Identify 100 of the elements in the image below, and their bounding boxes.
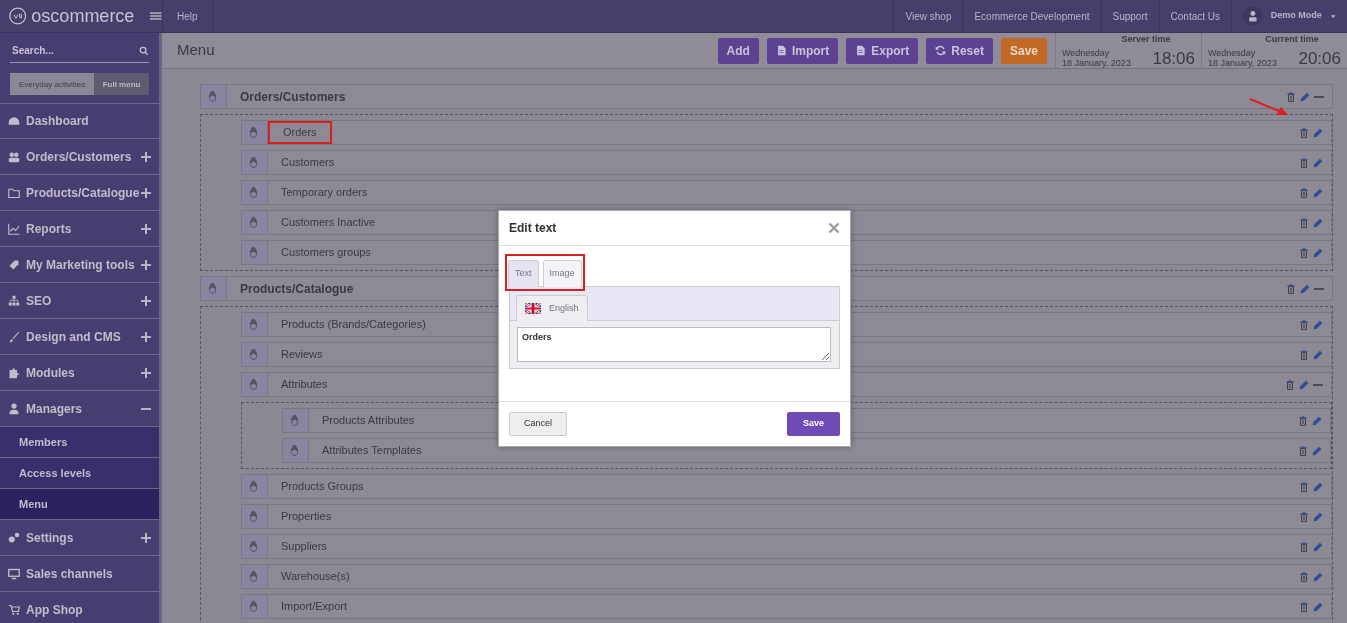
tree-label: Attributes	[280, 377, 329, 393]
trash-icon[interactable]	[1299, 349, 1309, 360]
language-tab[interactable]: English	[516, 294, 588, 321]
mode-toggle[interactable]: Everyday activities	[10, 73, 95, 95]
sidebar-item[interactable]: Modules	[0, 355, 159, 391]
sidebar-label: My Marketing tools	[26, 256, 136, 274]
tree-label: Orders/Customers	[239, 88, 347, 106]
tree-label: Customers Inactive	[280, 215, 377, 231]
sidebar-label: App Shop	[26, 601, 84, 619]
tree-row[interactable]: Temporary orders	[241, 180, 1332, 205]
trash-icon[interactable]	[1299, 127, 1309, 138]
trash-icon[interactable]	[1299, 187, 1309, 198]
caret-icon[interactable]	[1329, 12, 1336, 20]
sidebar-subitem[interactable]: Members	[0, 427, 159, 458]
sidebar-item[interactable]: Sales channels	[0, 556, 159, 592]
expand-icon[interactable]	[141, 331, 151, 342]
trash-icon[interactable]	[1286, 91, 1296, 102]
tree-label: Customers groups	[280, 245, 372, 261]
trash-icon[interactable]	[1286, 283, 1296, 294]
pencil-icon[interactable]	[1299, 379, 1309, 390]
pencil-icon[interactable]	[1312, 415, 1322, 426]
user-menu[interactable]: Demo Mode	[1270, 9, 1322, 23]
pencil-icon[interactable]	[1313, 247, 1323, 258]
expand-icon[interactable]	[141, 187, 151, 198]
trash-icon[interactable]	[1299, 319, 1309, 330]
trash-icon[interactable]	[1299, 157, 1309, 168]
sidebar-item[interactable]: App Shop	[0, 592, 159, 623]
toolbar-button[interactable]: Add	[717, 37, 759, 64]
sidebar-item[interactable]: SEO	[0, 283, 159, 319]
toolbar-button[interactable]: Import	[766, 37, 839, 64]
trash-icon[interactable]	[1299, 511, 1309, 522]
top-link[interactable]: Ecommerce Development	[962, 0, 1101, 33]
expand-icon[interactable]	[141, 367, 151, 378]
tree-row[interactable]: Warehouse(s)	[241, 564, 1332, 589]
cancel-button[interactable]: Cancel	[509, 412, 567, 436]
pencil-icon[interactable]	[1300, 283, 1310, 294]
tree-label: Properties	[280, 509, 333, 525]
tree-row[interactable]: Customers	[241, 150, 1332, 175]
text-field[interactable]: Orders	[517, 327, 831, 362]
modal-title: Edit text	[509, 220, 557, 237]
sidebar-item[interactable]: Orders/Customers	[0, 139, 159, 175]
expand-icon[interactable]	[141, 532, 151, 543]
menu-icon[interactable]	[150, 10, 162, 22]
top-link[interactable]: Support	[1100, 0, 1159, 33]
trash-icon[interactable]	[1299, 571, 1309, 582]
trash-icon[interactable]	[1298, 415, 1308, 426]
pencil-icon[interactable]	[1313, 541, 1323, 552]
sidebar-subitem[interactable]: Access levels	[0, 458, 159, 489]
tree-row[interactable]: Orders/Customers	[200, 84, 1333, 109]
pencil-icon[interactable]	[1313, 319, 1323, 330]
modal-tab[interactable]: Image	[542, 260, 582, 287]
pencil-icon[interactable]	[1313, 481, 1323, 492]
trash-icon[interactable]	[1299, 541, 1309, 552]
pencil-icon[interactable]	[1313, 187, 1323, 198]
pencil-icon[interactable]	[1313, 601, 1323, 612]
close-icon[interactable]	[828, 222, 840, 234]
sidebar-item[interactable]: Design and CMS	[0, 319, 159, 355]
toolbar-button[interactable]: Export	[846, 37, 919, 64]
save-button[interactable]: Save	[786, 412, 840, 436]
search-field[interactable]: Search...	[10, 39, 130, 62]
pencil-icon[interactable]	[1313, 349, 1323, 360]
avatar-icon[interactable]	[1243, 5, 1263, 27]
tree-row[interactable]: Properties	[241, 504, 1332, 529]
pencil-icon[interactable]	[1313, 127, 1323, 138]
modal-tab[interactable]: Text	[508, 260, 539, 287]
help-link[interactable]: Help	[162, 0, 213, 33]
pencil-icon[interactable]	[1313, 217, 1323, 228]
mode-toggle[interactable]: Full menu	[94, 73, 149, 95]
top-link[interactable]: View shop	[893, 0, 963, 33]
sidebar-item[interactable]: My Marketing tools	[0, 247, 159, 283]
sidebar-subitem[interactable]: Menu	[0, 489, 159, 520]
trash-icon[interactable]	[1285, 379, 1295, 390]
top-link[interactable]: Contact Us	[1158, 0, 1231, 33]
pencil-icon[interactable]	[1313, 571, 1323, 582]
trash-icon[interactable]	[1299, 481, 1309, 492]
toolbar-button[interactable]: Reset	[926, 37, 993, 64]
sidebar-item[interactable]: Products/Catalogue	[0, 175, 159, 211]
expand-icon[interactable]	[141, 259, 151, 270]
trash-icon[interactable]	[1299, 247, 1309, 258]
pencil-icon[interactable]	[1313, 157, 1323, 168]
tree-row[interactable]: Products Groups	[241, 474, 1332, 499]
sidebar-item[interactable]: Settings	[0, 520, 159, 556]
pencil-icon[interactable]	[1313, 511, 1323, 522]
trash-icon[interactable]	[1299, 217, 1309, 228]
clock-time: 18:06	[1152, 48, 1195, 70]
tree-row[interactable]: Suppliers	[241, 534, 1332, 559]
trash-icon[interactable]	[1299, 601, 1309, 612]
pencil-icon[interactable]	[1300, 91, 1310, 102]
expand-icon[interactable]	[141, 223, 151, 234]
expand-icon[interactable]	[141, 151, 151, 162]
trash-icon[interactable]	[1298, 445, 1308, 456]
users-icon	[8, 150, 20, 163]
sidebar-item[interactable]: Dashboard	[0, 103, 159, 139]
clock-date: 18 January, 2023	[1208, 58, 1277, 69]
expand-icon[interactable]	[141, 295, 151, 306]
sidebar-item[interactable]: Reports	[0, 211, 159, 247]
toolbar-button[interactable]: Save	[1000, 37, 1047, 64]
tree-row[interactable]: Import/Export	[241, 594, 1332, 619]
pencil-icon[interactable]	[1312, 445, 1322, 456]
tree-label: Orders	[268, 121, 332, 144]
